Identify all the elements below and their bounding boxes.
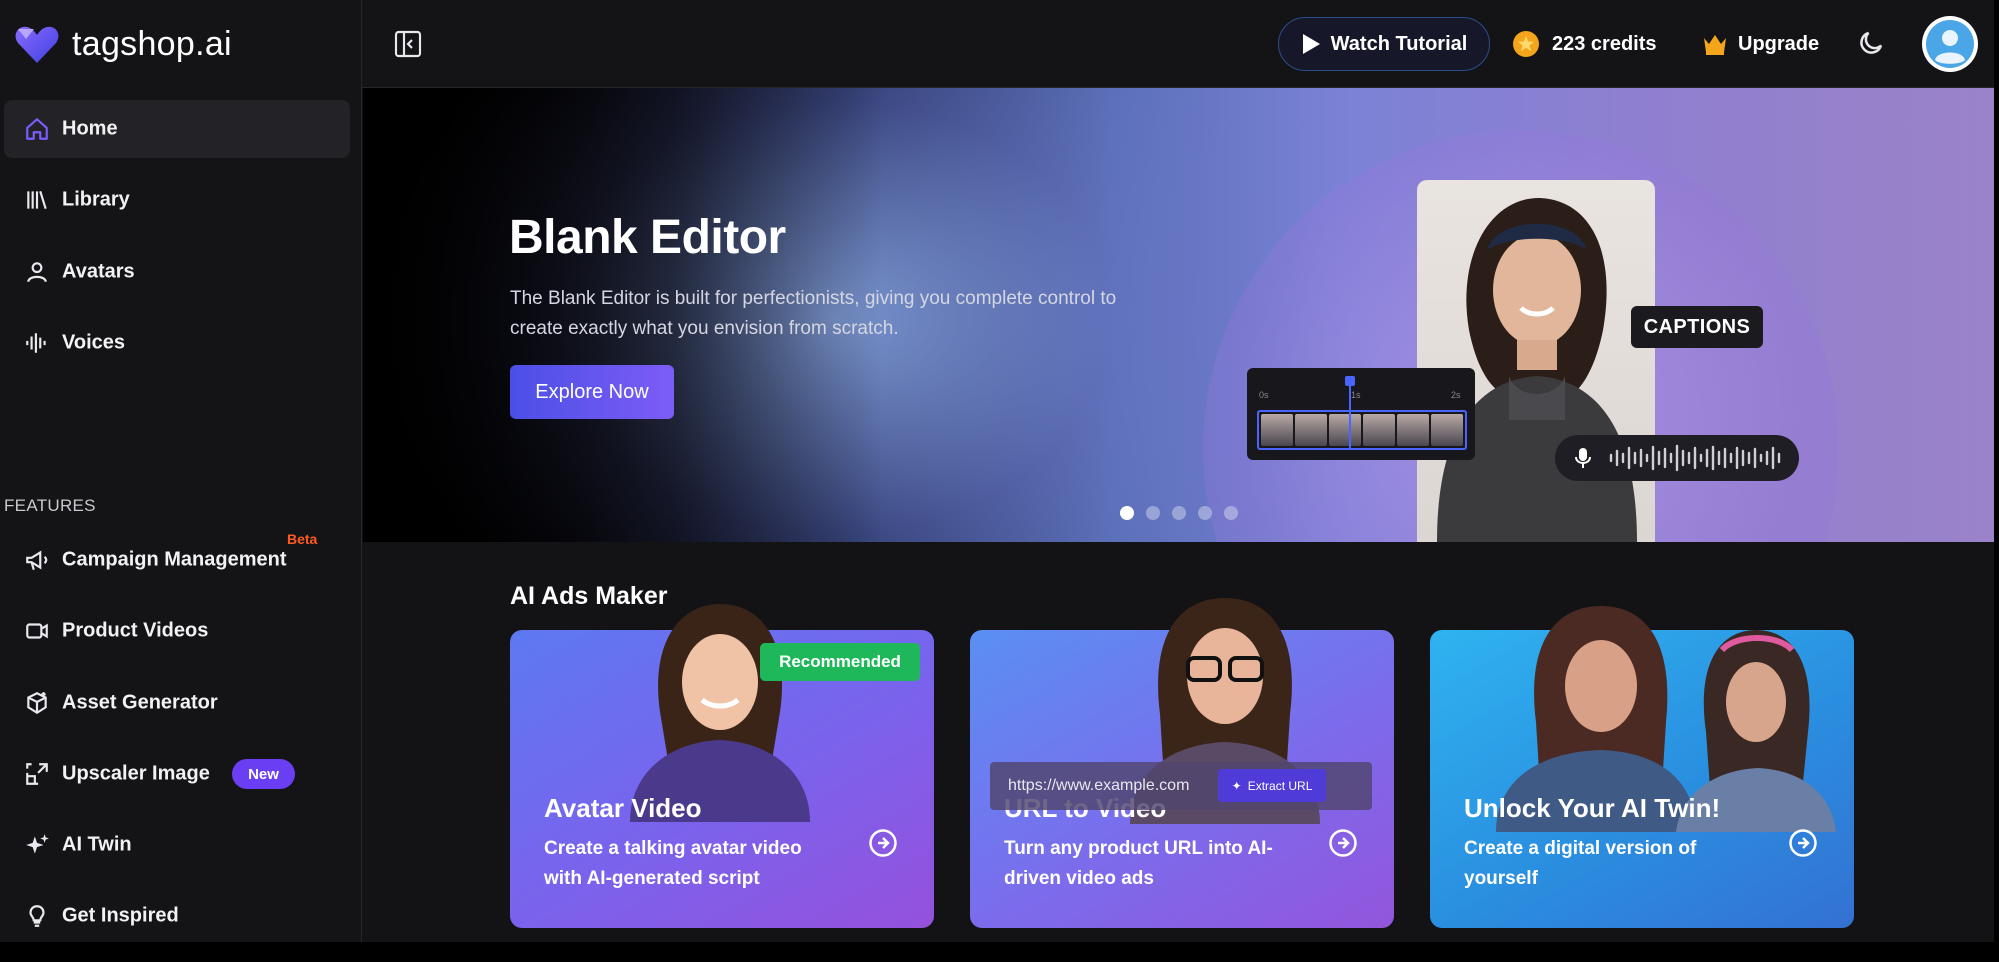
hero-title: Blank Editor — [509, 211, 786, 264]
arrow-circle-right-icon[interactable] — [868, 828, 898, 858]
credits-label: 223 credits — [1552, 32, 1657, 55]
arrow-circle-right-icon[interactable] — [1328, 828, 1358, 858]
app-window: tagshop.ai Home Library Avatars Voices F… — [0, 0, 1994, 942]
watch-tutorial-label: Watch Tutorial — [1330, 32, 1468, 55]
sparkles-icon — [22, 830, 52, 860]
carousel-dot[interactable] — [1224, 506, 1238, 520]
crown-icon — [1704, 35, 1726, 55]
hero-description: The Blank Editor is built for perfection… — [510, 288, 1117, 339]
sidebar-item-label: AI Twin — [62, 833, 132, 856]
sidebar-item-label: Get Inspired — [62, 904, 179, 927]
carousel-dot[interactable] — [1146, 506, 1160, 520]
sidebar-item-label: Product Videos — [62, 619, 209, 642]
video-timeline: 0s 1s 2s — [1247, 368, 1475, 460]
ai-twin-card[interactable]: Unlock Your AI Twin! Create a digital ve… — [1430, 606, 1854, 928]
home-icon — [22, 114, 52, 144]
coin-star-icon — [1513, 31, 1539, 57]
card-title: Unlock Your AI Twin! — [1464, 793, 1721, 823]
features-section-label: FEATURES — [4, 496, 96, 515]
credits-display[interactable]: 223 credits — [1512, 27, 1657, 61]
explore-now-button[interactable]: Explore Now — [510, 365, 674, 419]
lightbulb-icon — [22, 901, 52, 931]
recommended-badge: Recommended — [760, 643, 920, 681]
carousel-dot[interactable] — [1172, 506, 1186, 520]
sidebar-item-label: Library — [62, 188, 130, 211]
upscale-icon — [22, 759, 52, 789]
sidebar-item-label: Upscaler Image — [62, 762, 210, 785]
user-avatar[interactable] — [1922, 16, 1978, 72]
url-placeholder: https://www.example.com — [1008, 777, 1190, 794]
waveform-graphic — [1609, 444, 1781, 472]
screen-edge-right — [1994, 0, 1999, 962]
microphone-icon — [1575, 448, 1591, 468]
screen-edge-bottom — [0, 942, 1999, 962]
sidebar-item-voices[interactable]: Voices — [4, 314, 350, 372]
library-icon — [22, 185, 52, 215]
megaphone-icon — [22, 545, 52, 575]
sidebar-item-label: Voices — [62, 331, 125, 354]
sidebar-item-label: Campaign Management — [62, 548, 287, 571]
brand-heart-logo — [15, 26, 59, 63]
captions-tag: CAPTIONS — [1631, 306, 1763, 348]
user-icon — [22, 257, 52, 287]
new-badge: New — [232, 759, 295, 789]
carousel-dot[interactable] — [1120, 506, 1134, 520]
beta-badge: Beta — [287, 531, 318, 547]
carousel-dot[interactable] — [1198, 506, 1212, 520]
avatar-person-image — [630, 604, 810, 822]
card-description: Turn any product URL into AI-driven vide… — [1004, 838, 1273, 889]
sidebar-item-label: Home — [62, 117, 118, 140]
play-icon — [1302, 34, 1320, 54]
arrow-circle-right-icon[interactable] — [1788, 828, 1818, 858]
timeline-tick: 0s — [1259, 390, 1269, 400]
sidebar-item-product-videos[interactable]: Product Videos — [4, 602, 350, 660]
timeline-ticks: 0s 1s 2s — [1259, 390, 1461, 400]
sidebar-item-library[interactable]: Library — [4, 171, 350, 229]
brand-name: tagshop.ai — [72, 24, 232, 63]
extract-url-button: ✦ Extract URL — [1218, 769, 1326, 802]
user-avatar-icon — [1926, 20, 1974, 68]
waveform-icon — [22, 328, 52, 358]
timeline-tick: 2s — [1451, 390, 1461, 400]
sparkle-icon: ✦ — [1231, 778, 1242, 793]
brand[interactable]: tagshop.ai — [14, 22, 232, 66]
sidebar-item-avatars[interactable]: Avatars — [4, 243, 350, 301]
upgrade-label: Upgrade — [1738, 32, 1820, 55]
sidebar-collapse-icon[interactable] — [392, 28, 424, 60]
upgrade-button[interactable]: Upgrade — [1702, 27, 1819, 61]
timeline-playhead — [1345, 376, 1355, 450]
hero-banner: 0s 1s 2s CAPTIONS Blank Editor The Blank… — [363, 88, 1994, 542]
card-title: Avatar Video — [544, 793, 702, 823]
sidebar-item-get-inspired[interactable]: Get Inspired — [4, 887, 350, 942]
sidebar-item-asset-generator[interactable]: Asset Generator — [4, 674, 350, 732]
top-bar: Watch Tutorial 223 credits Upgrade — [362, 0, 1994, 88]
sidebar-item-home[interactable]: Home — [4, 100, 350, 158]
extract-url-label: Extract URL — [1247, 778, 1313, 793]
video-camera-icon — [22, 616, 52, 646]
card-description: Create a digital version of yourself — [1464, 838, 1697, 889]
watch-tutorial-button[interactable]: Watch Tutorial — [1278, 17, 1490, 71]
sidebar-item-label: Avatars — [62, 260, 135, 283]
cube-plus-icon — [22, 688, 52, 718]
carousel-dots — [1120, 506, 1238, 520]
sidebar-item-upscaler-image[interactable]: Upscaler Image — [4, 745, 350, 803]
hero-presenter-image — [1417, 180, 1655, 542]
sidebar-item-ai-twin[interactable]: AI Twin — [4, 816, 350, 874]
timeline-tick: 1s — [1351, 390, 1361, 400]
card-description: Create a talking avatar video with AI-ge… — [544, 838, 802, 889]
timeline-frames — [1257, 410, 1467, 450]
sidebar-item-label: Asset Generator — [62, 691, 218, 714]
voice-waveform-pill — [1555, 435, 1799, 481]
sidebar: tagshop.ai Home Library Avatars Voices F… — [0, 0, 362, 942]
moon-icon[interactable] — [1856, 28, 1888, 60]
